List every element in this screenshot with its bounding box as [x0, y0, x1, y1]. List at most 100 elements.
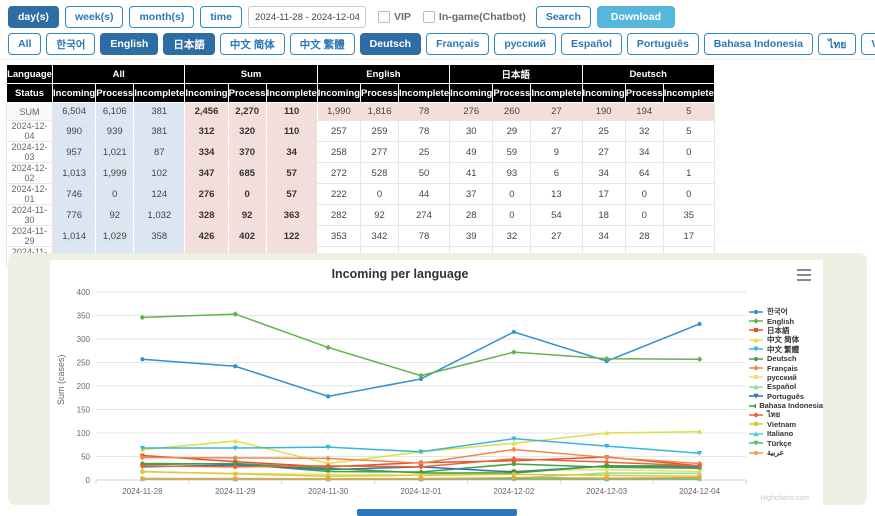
language-button-3[interactable]: 日本語 — [163, 33, 215, 55]
legend-item-12[interactable]: Vietnam — [749, 420, 823, 429]
cell: 1 — [663, 163, 714, 184]
cell: 2,270 — [228, 103, 266, 121]
language-button-7[interactable]: Français — [426, 33, 489, 55]
language-button-1[interactable]: 한국어 — [46, 33, 95, 55]
cell: 37 — [450, 184, 493, 205]
svg-text:2024-12-04: 2024-12-04 — [679, 487, 720, 496]
legend-item-5[interactable]: Deutsch — [749, 354, 823, 363]
cell: 276 — [185, 184, 228, 205]
legend-item-8[interactable]: Español — [749, 382, 823, 391]
cell: 1,013 — [53, 163, 96, 184]
legend-label: Português — [767, 392, 804, 401]
row-label: 2024-12-02 — [7, 163, 53, 184]
vip-checkbox[interactable] — [378, 11, 390, 23]
cell: 17 — [582, 184, 625, 205]
table-header: LanguageAllSumEnglish日本語DeutschStatusInc… — [7, 65, 715, 103]
language-button-10[interactable]: Português — [627, 33, 699, 55]
language-button-12[interactable]: ไทย — [818, 33, 856, 55]
toolbar: day(s)week(s)month(s)time VIP In-game(Ch… — [8, 5, 675, 29]
cell: 1,029 — [96, 226, 134, 247]
language-button-13[interactable]: Vietnam — [861, 33, 875, 55]
cell: 0 — [493, 184, 531, 205]
chart-export-menu-icon[interactable] — [797, 269, 811, 281]
language-button-5[interactable]: 中文 繁體 — [290, 33, 355, 55]
legend-item-4[interactable]: 中文 繁體 — [749, 345, 823, 354]
legend-marker — [749, 411, 764, 419]
svg-text:2024-11-28: 2024-11-28 — [122, 487, 163, 496]
cell: 93 — [493, 163, 531, 184]
cell: 342 — [360, 226, 398, 247]
cell: 1,021 — [96, 142, 134, 163]
sub-header: Process — [96, 84, 134, 103]
ingame-chatbot-checkbox[interactable] — [423, 11, 435, 23]
cell: 746 — [53, 184, 96, 205]
cell: 347 — [185, 163, 228, 184]
legend-item-9[interactable]: Português — [749, 392, 823, 401]
search-button[interactable]: Search — [536, 6, 591, 28]
cell: 29 — [493, 121, 531, 142]
svg-text:350: 350 — [77, 312, 91, 321]
period-button-time[interactable]: time — [200, 6, 242, 28]
horizontal-scrollbar-thumb[interactable] — [357, 509, 517, 516]
cell: 528 — [360, 163, 398, 184]
legend-item-13[interactable]: Italiano — [749, 429, 823, 438]
cell: 32 — [625, 121, 663, 142]
language-button-6[interactable]: Deutsch — [360, 33, 421, 55]
legend-item-6[interactable]: Français — [749, 363, 823, 372]
legend-item-7[interactable]: русский — [749, 373, 823, 382]
cell: 277 — [360, 142, 398, 163]
cell: 27 — [531, 103, 582, 121]
sub-header: Incoming — [185, 84, 228, 103]
legend-item-10[interactable]: Bahasa Indonesia — [749, 401, 823, 410]
legend-marker — [749, 383, 764, 391]
cell: 274 — [398, 205, 449, 226]
cell: 87 — [134, 142, 185, 163]
sub-header: Process — [493, 84, 531, 103]
cell: 381 — [134, 103, 185, 121]
chart-title: Incoming per language — [50, 267, 750, 281]
legend-item-15[interactable]: عربية — [749, 448, 823, 457]
legend-marker — [749, 402, 756, 410]
date-range-input[interactable] — [248, 6, 366, 28]
cell: 257 — [317, 121, 360, 142]
cell: 5 — [663, 103, 714, 121]
language-button-4[interactable]: 中文 简体 — [220, 33, 285, 55]
cell: 0 — [360, 184, 398, 205]
header-row-groups: LanguageAllSumEnglish日本語Deutsch — [7, 65, 715, 84]
language-button-9[interactable]: Español — [561, 33, 622, 55]
period-button-months[interactable]: month(s) — [129, 6, 194, 28]
cell: 122 — [266, 226, 317, 247]
cell: 0 — [663, 142, 714, 163]
cell: 13 — [531, 184, 582, 205]
legend-marker — [749, 345, 764, 353]
cell: 260 — [493, 103, 531, 121]
legend-item-0[interactable]: 한국어 — [749, 307, 823, 316]
row-label: SUM — [7, 103, 53, 121]
cell: 35 — [663, 205, 714, 226]
legend-marker — [749, 308, 764, 316]
dashboard-page: { "toolbar": { "period_buttons": [ {"lab… — [0, 0, 875, 516]
legend-label: Deutsch — [767, 354, 797, 363]
language-button-8[interactable]: русский — [494, 33, 556, 55]
legend-marker — [749, 317, 764, 325]
row-label: 2024-12-01 — [7, 184, 53, 205]
cell: 50 — [398, 163, 449, 184]
language-button-2[interactable]: English — [100, 33, 158, 55]
sub-header: Process — [360, 84, 398, 103]
period-button-weeks[interactable]: week(s) — [65, 6, 124, 28]
period-button-days[interactable]: day(s) — [8, 6, 59, 28]
group-header-3: 日本語 — [450, 65, 582, 84]
language-button-0[interactable]: All — [8, 33, 41, 55]
cell: 363 — [266, 205, 317, 226]
cell: 44 — [398, 184, 449, 205]
series-1 — [140, 311, 703, 378]
table-row: 2024-12-017460124276057222044370131700 — [7, 184, 715, 205]
legend-item-14[interactable]: Türkçe — [749, 438, 823, 447]
svg-text:150: 150 — [77, 406, 91, 415]
legend-label: Français — [767, 364, 798, 373]
language-button-11[interactable]: Bahasa Indonesia — [704, 33, 813, 55]
legend-item-11[interactable]: ไทย — [749, 410, 823, 419]
cell: 6,106 — [96, 103, 134, 121]
download-button[interactable]: Download — [597, 6, 675, 28]
statistics-table: LanguageAllSumEnglish日本語DeutschStatusInc… — [6, 64, 715, 268]
